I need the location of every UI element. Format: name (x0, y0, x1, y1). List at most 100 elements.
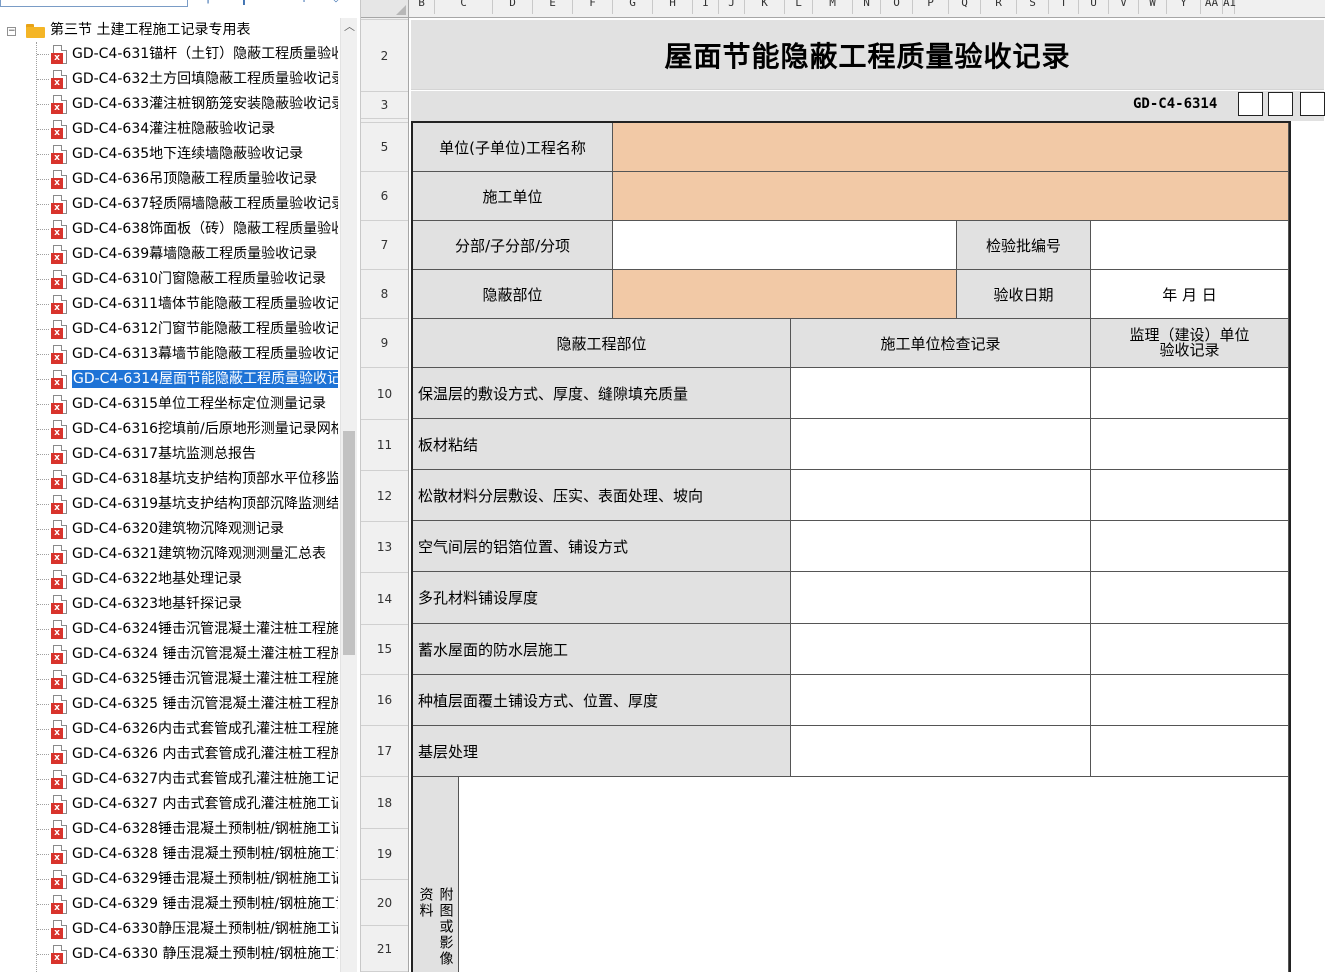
contractor-check-field[interactable] (791, 572, 1091, 624)
row-header[interactable]: 7 (361, 221, 408, 270)
row-header[interactable]: 6 (361, 172, 408, 221)
search-icon[interactable]: ⚲ (200, 0, 216, 6)
row-header[interactable]: 21 (361, 926, 408, 972)
tree-item[interactable]: x GD-C4-636吊顶隐蔽工程质量验收记录 (0, 167, 340, 192)
tree-item[interactable]: x GD-C4-6327内击式套管成孔灌注桩施工记录 (0, 767, 340, 792)
supervisor-acceptance-field[interactable] (1091, 572, 1289, 624)
scrollbar-thumb[interactable] (343, 431, 355, 655)
column-header[interactable]: J (719, 0, 745, 14)
column-header[interactable]: P (913, 0, 949, 14)
tree-item[interactable]: x GD-C4-639幕墙隐蔽工程质量验收记录 (0, 242, 340, 267)
row-header[interactable]: 19 (361, 829, 408, 880)
tree-item[interactable]: x GD-C4-6317基坑监测总报告 (0, 442, 340, 467)
tree-item[interactable]: x GD-C4-6325锤击沉管混凝土灌注桩工程施工记录 (0, 667, 340, 692)
row-header[interactable]: 12 (361, 471, 408, 522)
tree-item[interactable]: x GD-C4-6310门窗隐蔽工程质量验收记录 (0, 267, 340, 292)
row-header[interactable]: 3 (361, 92, 408, 119)
contractor-check-field[interactable] (791, 675, 1091, 726)
hidden-part-field[interactable] (613, 270, 957, 319)
batch-no-field[interactable] (1091, 221, 1289, 270)
tree-item[interactable]: x GD-C4-6316挖填前/后原地形测量记录网格图 (0, 417, 340, 442)
project-name-field[interactable] (613, 123, 1289, 172)
select-all-corner[interactable] (361, 0, 409, 18)
tree-item[interactable]: x GD-C4-6327 内击式套管成孔灌注桩施工记录 (0, 792, 340, 817)
column-header[interactable]: Y (1167, 0, 1201, 14)
contractor-check-field[interactable] (791, 624, 1091, 675)
column-header[interactable]: E (533, 0, 573, 14)
tree-item[interactable]: x GD-C4-6325 锤击沉管混凝土灌注桩工程施工记录 (0, 692, 340, 717)
tree-item[interactable]: x GD-C4-6330 静压混凝土预制桩/钢桩施工记录 (0, 942, 340, 967)
row-header[interactable]: 8 (361, 270, 408, 319)
column-header[interactable]: AI (1223, 0, 1236, 14)
tree-item[interactable]: x GD-C4-6329 锤击混凝土预制桩/钢桩施工记录 (0, 892, 340, 917)
supervisor-acceptance-field[interactable] (1091, 624, 1289, 675)
column-header[interactable]: D (493, 0, 533, 14)
row-header[interactable]: 16 (361, 675, 408, 726)
pin-icon[interactable]: ┃ (236, 0, 252, 6)
column-header[interactable]: AA (1201, 0, 1223, 14)
constructor-field[interactable] (613, 172, 1289, 221)
tree-item[interactable]: x GD-C4-638饰面板（砖）隐蔽工程质量验收记录 (0, 217, 340, 242)
column-header[interactable]: K (745, 0, 785, 14)
tree-item[interactable]: x GD-C4-6314屋面节能隐蔽工程质量验收记录 (0, 367, 340, 392)
tree-item[interactable]: x GD-C4-6321建筑物沉降观测测量汇总表 (0, 542, 340, 567)
tree-item[interactable]: x GD-C4-633灌注桩钢筋笼安装隐蔽验收记录 (0, 92, 340, 117)
tree-item[interactable]: x GD-C4-6319基坑支护结构顶部沉降监测结果 (0, 492, 340, 517)
supervisor-acceptance-field[interactable] (1091, 726, 1289, 777)
tree-item[interactable]: x GD-C4-6322地基处理记录 (0, 567, 340, 592)
contractor-check-field[interactable] (791, 368, 1091, 419)
column-header[interactable]: T (1049, 0, 1079, 14)
acceptance-date-field[interactable]: 年 月 日 (1091, 270, 1289, 319)
row-header[interactable]: 9 (361, 319, 408, 368)
tree-item[interactable]: x GD-C4-6324 锤击沉管混凝土灌注桩工程施工记录 (0, 642, 340, 667)
collapse-toggle-icon[interactable]: − (7, 27, 16, 36)
attachment-area[interactable] (459, 777, 1289, 972)
row-header[interactable]: 5 (361, 123, 408, 172)
column-header[interactable]: F (573, 0, 613, 14)
tree-item[interactable]: x GD-C4-6311墙体节能隐蔽工程质量验收记录 (0, 292, 340, 317)
column-header[interactable]: B (409, 0, 435, 14)
tree-item[interactable]: x GD-C4-6324锤击沉管混凝土灌注桩工程施工记录 (0, 617, 340, 642)
scroll-up-icon[interactable]: ︿ (341, 18, 358, 35)
column-header[interactable]: O (881, 0, 913, 14)
supervisor-acceptance-field[interactable] (1091, 368, 1289, 419)
tree-item[interactable]: x GD-C4-6315单位工程坐标定位测量记录 (0, 392, 340, 417)
tree-item[interactable]: x GD-C4-637轻质隔墙隐蔽工程质量验收记录 (0, 192, 340, 217)
tree-item[interactable]: x GD-C4-632土方回填隐蔽工程质量验收记录 (0, 67, 340, 92)
column-header[interactable]: R (981, 0, 1017, 14)
column-header[interactable]: H (653, 0, 693, 14)
contractor-check-field[interactable] (791, 419, 1091, 470)
code-box-3[interactable] (1300, 92, 1325, 116)
code-box-2[interactable] (1268, 92, 1293, 116)
row-header[interactable]: 2 (361, 20, 408, 92)
row-header[interactable]: 14 (361, 573, 408, 625)
tree-item[interactable]: x GD-C4-6320建筑物沉降观测记录 (0, 517, 340, 542)
spreadsheet-view[interactable]: B C D E F G H I J K L M N O P Q R S T U V W Y AA AI 2 3 5 6 7 8 9 10 11 1… (360, 0, 1325, 972)
tree-node-section-3[interactable]: − 第三节 土建工程施工记录专用表 (0, 18, 340, 43)
row-header[interactable]: 13 (361, 522, 408, 573)
column-header[interactable]: L (785, 0, 813, 14)
supervisor-acceptance-field[interactable] (1091, 521, 1289, 572)
row-header[interactable]: 15 (361, 624, 408, 675)
tree-item[interactable]: x GD-C4-6326 内击式套管成孔灌注桩工程施工记录 (0, 742, 340, 767)
supervisor-acceptance-field[interactable] (1091, 675, 1289, 726)
tree-item[interactable]: x GD-C4-6329锤击混凝土预制桩/钢桩施工记录 (0, 867, 340, 892)
tree-item[interactable]: x GD-C4-635地下连续墙隐蔽验收记录 (0, 142, 340, 167)
tree-scrollbar[interactable]: ︿ (340, 18, 357, 972)
row-header[interactable]: 10 (361, 368, 408, 420)
contractor-check-field[interactable] (791, 726, 1091, 777)
tree-item[interactable]: x GD-C4-6312门窗节能隐蔽工程质量验收记录 (0, 317, 340, 342)
column-header[interactable]: W (1139, 0, 1167, 14)
column-header[interactable]: G (613, 0, 653, 14)
contractor-check-field[interactable] (791, 521, 1091, 572)
tree-item[interactable]: x GD-C4-6323地基钎探记录 (0, 592, 340, 617)
up-arrow-icon[interactable]: ↑ (296, 0, 312, 6)
down-arrow-icon[interactable]: ⇩ (328, 0, 344, 6)
column-header[interactable]: C (435, 0, 493, 14)
row-header[interactable]: 11 (361, 420, 408, 471)
tree-item[interactable]: x GD-C4-6328锤击混凝土预制桩/钢桩施工记录 (0, 817, 340, 842)
tree-search-input[interactable] (0, 0, 188, 7)
column-header[interactable]: U (1079, 0, 1109, 14)
division-field[interactable] (613, 221, 957, 270)
supervisor-acceptance-field[interactable] (1091, 419, 1289, 470)
